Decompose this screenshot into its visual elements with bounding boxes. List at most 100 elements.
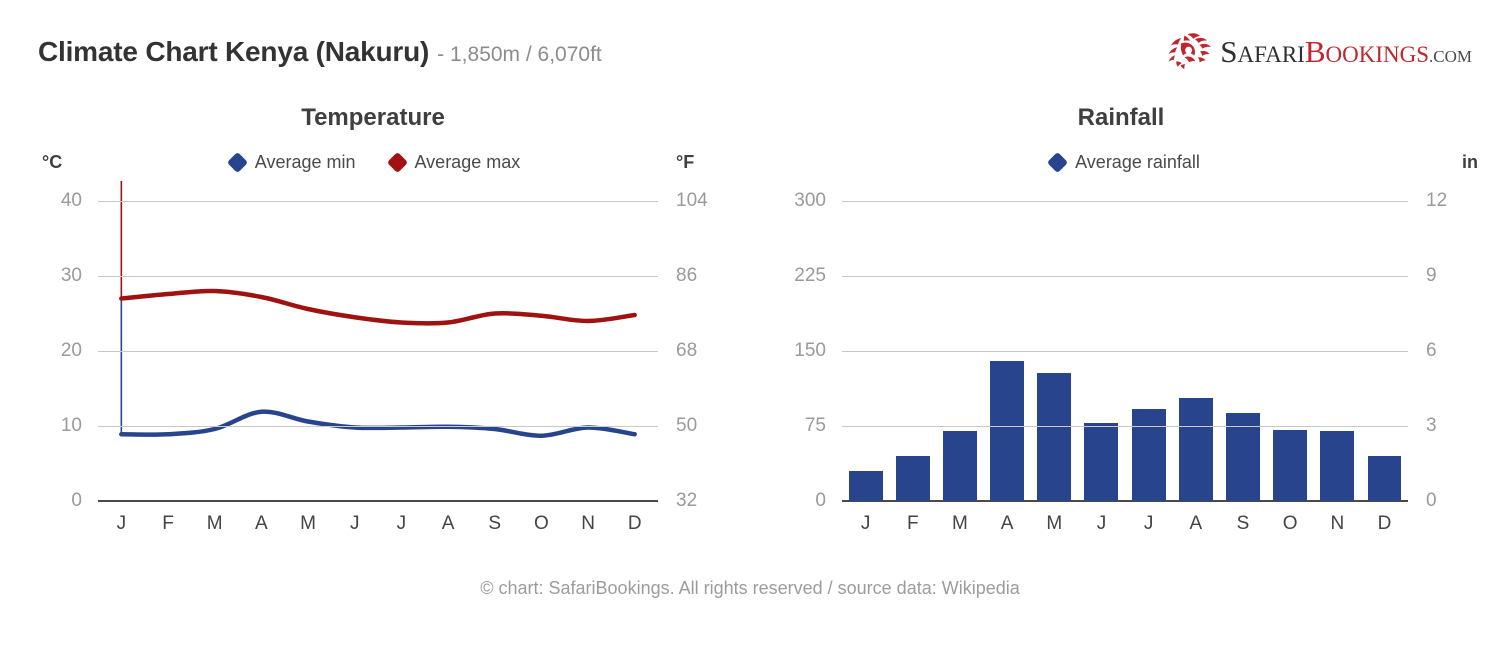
page-header: Climate Chart Kenya (Nakuru) - 1,850m / 6…	[0, 0, 1500, 96]
rainfall-bar[interactable]	[848, 471, 883, 501]
rainfall-chart-title: Rainfall	[1077, 104, 1165, 131]
gridline	[842, 426, 1408, 427]
logo-bookings-cap: B	[1304, 33, 1326, 69]
safaribookings-logo[interactable]: SAFARIBOOKINGS.COM	[1167, 28, 1472, 74]
gridline	[842, 201, 1408, 202]
x-axis-month-label: O	[533, 513, 549, 534]
rainfall-plot-area: J F M A M J J A S O N D 0 0 75 3 150 6 225 9 300 12	[794, 190, 1447, 534]
legend-marker-average-min	[226, 151, 248, 174]
legend-label-average-rainfall: Average rainfall	[1075, 152, 1200, 172]
y-axis-tick-right: 6	[1426, 340, 1437, 361]
fahrenheit-unit-label: °F	[676, 152, 695, 172]
gridline	[98, 426, 658, 427]
rainfall-bar[interactable]	[1320, 431, 1355, 501]
gridline	[98, 351, 658, 352]
gridline	[842, 276, 1408, 277]
legend-item-average-min[interactable]: Average min	[226, 151, 356, 174]
legend-label-average-max: Average max	[414, 152, 521, 172]
page-title: Climate Chart Kenya (Nakuru)	[38, 36, 430, 67]
y-axis-tick-right: 32	[676, 490, 698, 511]
legend-marker-average-max	[386, 151, 408, 174]
x-axis-month-label: J	[1096, 513, 1107, 534]
y-axis-tick-left: 225	[794, 265, 826, 286]
rainfall-bar[interactable]	[1037, 373, 1072, 501]
title-block: Climate Chart Kenya (Nakuru) - 1,850m / 6…	[38, 36, 602, 68]
rainfall-bar[interactable]	[1131, 409, 1166, 501]
legend-item-average-rainfall[interactable]: Average rainfall	[1047, 151, 1200, 174]
y-axis-tick-left: 75	[804, 415, 826, 436]
temperature-plot-area: J F M A M J J A S O N D 0 32 10 50 20 68 30 86 40 104	[61, 181, 708, 534]
rainfall-bar[interactable]	[1273, 430, 1308, 501]
x-axis-month-label: J	[1143, 513, 1154, 534]
rainfall-bar[interactable]	[1084, 423, 1119, 501]
y-axis-tick-right: 3	[1426, 415, 1437, 436]
gridline	[98, 201, 658, 202]
x-axis-month-label: F	[162, 513, 174, 534]
x-axis-month-label: M	[1046, 513, 1063, 534]
y-axis-tick-left: 10	[60, 415, 82, 436]
rainfall-x-axis-labels: JFMAMJJASOND	[842, 513, 1408, 535]
logo-wordmark: SAFARIBOOKINGS.COM	[1220, 36, 1472, 67]
temperature-chart-title: Temperature	[301, 104, 445, 131]
logo-safari-cap: S	[1220, 33, 1238, 69]
temperature-chart-panel: Temperature °C °F Average min Average ma…	[0, 96, 750, 566]
y-axis-tick-left: 0	[71, 490, 82, 511]
y-axis-tick-right: 0	[1426, 490, 1437, 511]
x-axis-month-label: M	[952, 513, 968, 534]
y-axis-tick-left: 20	[60, 340, 82, 361]
x-axis-month-label: J	[116, 513, 127, 534]
y-axis-tick-right: 104	[676, 190, 708, 211]
x-axis-month-label: M	[300, 513, 316, 534]
x-axis-month-label: O	[1282, 513, 1298, 534]
logo-bookings-rest: OOKINGS	[1325, 41, 1430, 67]
x-axis-month-label: N	[581, 513, 595, 534]
logo-safari-rest: AFARI	[1237, 41, 1305, 67]
x-axis-month-label: A	[1000, 513, 1014, 534]
x-axis-month-label: D	[1377, 513, 1392, 534]
y-axis-tick-left: 40	[60, 190, 82, 211]
x-axis-month-label: S	[1236, 513, 1250, 534]
y-axis-tick-right: 12	[1426, 190, 1448, 211]
legend-item-average-max[interactable]: Average max	[386, 151, 521, 174]
temperature-min-line	[119, 409, 637, 439]
rainfall-bar[interactable]	[1178, 398, 1213, 501]
temperature-x-axis-labels: JFMAMJJASOND	[98, 513, 658, 535]
x-axis-month-label: J	[860, 513, 871, 534]
x-axis-month-label: M	[206, 513, 223, 534]
x-axis-month-label: A	[1189, 513, 1203, 534]
rainfall-chart-panel: Rainfall mm in Average rainfall JFMAMJJA…	[750, 96, 1500, 566]
inch-unit-label: in	[1462, 152, 1478, 172]
gridline	[98, 276, 658, 277]
x-axis-month-label: J	[396, 513, 407, 534]
y-axis-tick-left: 0	[815, 490, 826, 511]
rainfall-bar[interactable]	[942, 431, 977, 501]
x-axis-month-label: A	[441, 513, 455, 534]
y-axis-tick-right: 86	[676, 265, 698, 286]
temperature-max-line	[119, 288, 637, 326]
x-axis-month-label: N	[1330, 513, 1345, 534]
lion-head-icon	[1168, 33, 1212, 70]
x-axis-month-label: F	[906, 513, 919, 534]
x-axis-month-label: S	[488, 513, 502, 534]
rainfall-bar[interactable]	[1367, 456, 1402, 501]
x-axis-month-label: A	[255, 513, 268, 534]
legend-marker-average-rainfall	[1047, 151, 1069, 174]
rainfall-bar[interactable]	[990, 361, 1025, 501]
y-axis-tick-right: 9	[1426, 265, 1437, 286]
x-axis-month-label: D	[627, 513, 642, 534]
copyright-footer: © chart: SafariBookings. All rights rese…	[480, 578, 1020, 598]
y-axis-tick-left: 150	[794, 340, 826, 361]
celsius-unit-label: °C	[42, 152, 63, 172]
y-axis-tick-left: 30	[60, 265, 82, 286]
page-subtitle: - 1,850m / 6,070ft	[437, 43, 602, 66]
rainfall-bar[interactable]	[895, 456, 930, 501]
temperature-legend: Average min Average max	[0, 151, 750, 174]
legend-label-average-min: Average min	[254, 152, 356, 172]
logo-dotcom: .COM	[1429, 46, 1472, 66]
gridline	[842, 351, 1408, 352]
x-axis-month-label: J	[349, 513, 360, 534]
y-axis-tick-right: 50	[676, 415, 698, 436]
y-axis-tick-right: 68	[676, 340, 698, 361]
rainfall-legend: Average rainfall	[750, 151, 1500, 174]
y-axis-tick-left: 300	[794, 190, 826, 211]
